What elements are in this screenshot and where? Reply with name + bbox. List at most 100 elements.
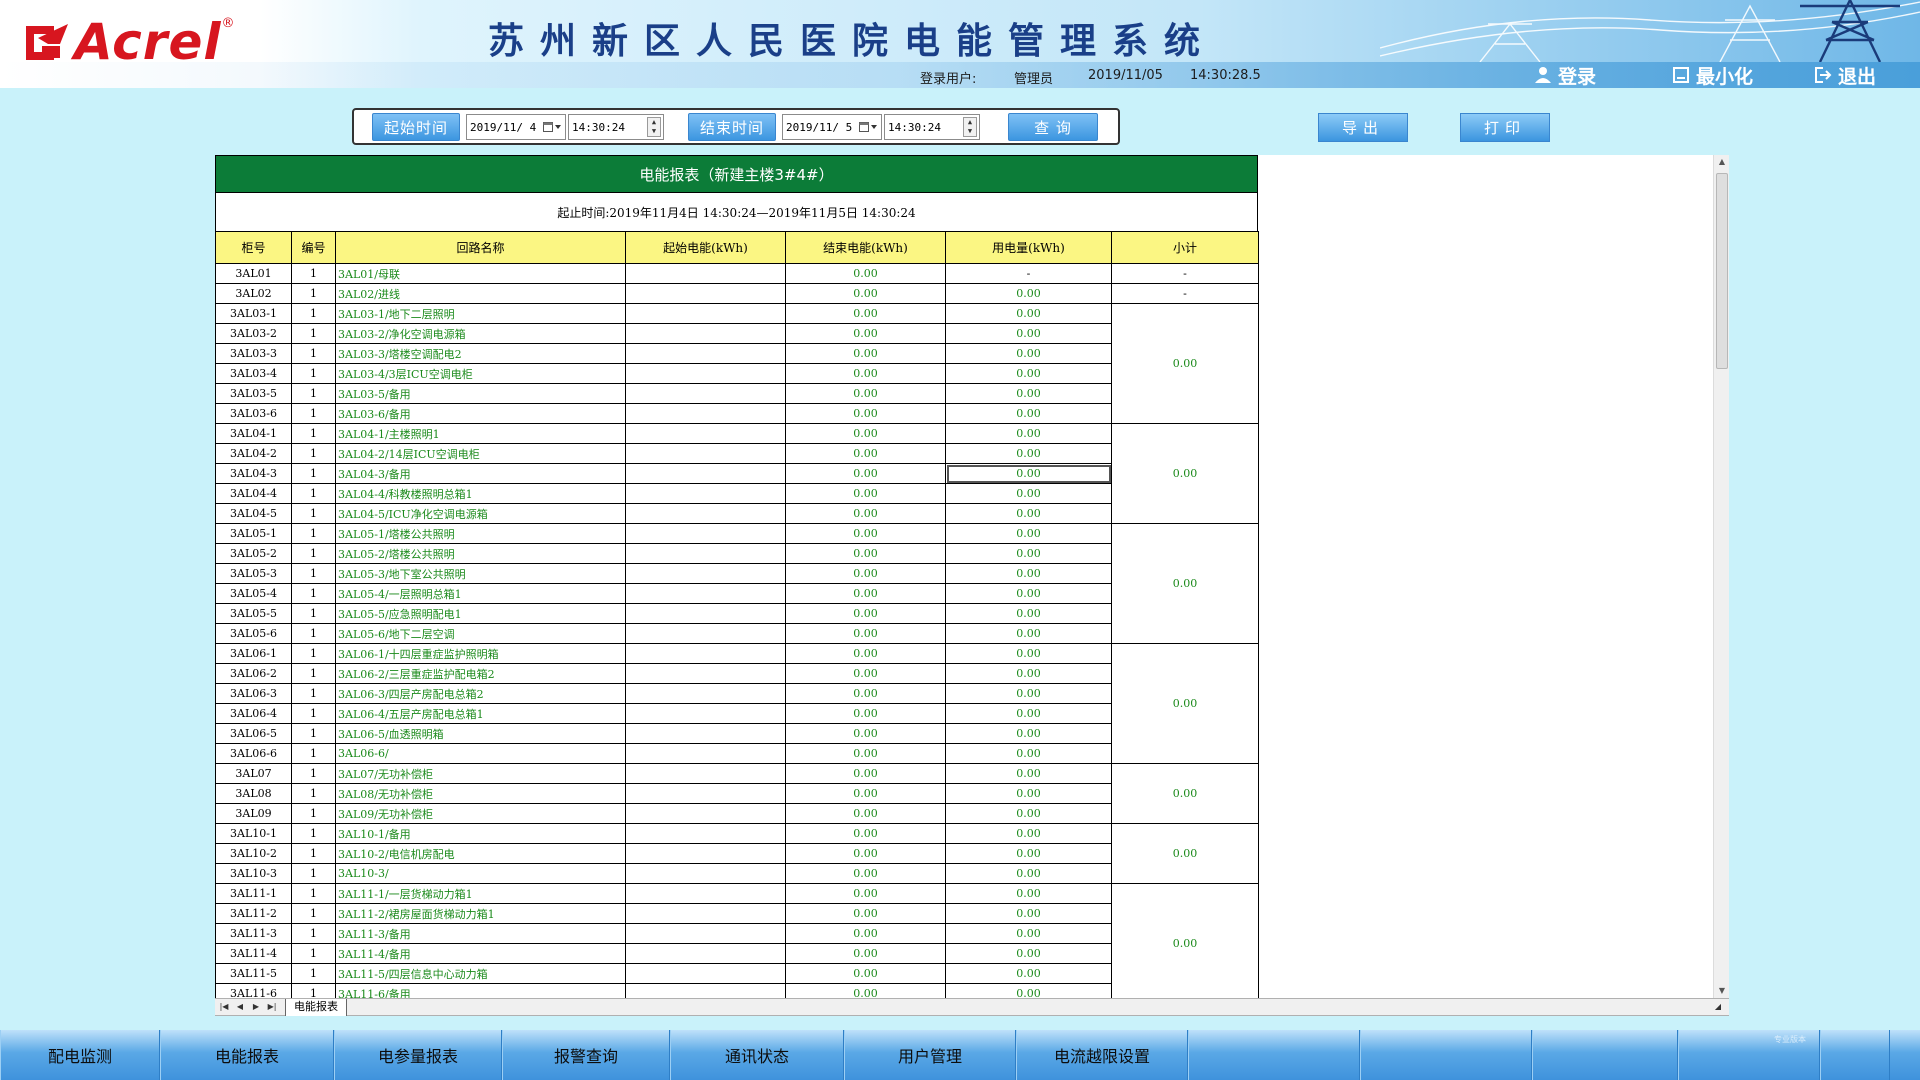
usage-cell[interactable]: 0.00 — [945, 723, 1112, 744]
circuit-name-cell[interactable]: 3AL05-2/塔楼公共照明 — [335, 543, 626, 564]
table-row[interactable]: 3AL05-2 1 3AL05-2/塔楼公共照明 0.00 0.00 — [215, 543, 1259, 564]
usage-cell[interactable]: 0.00 — [945, 543, 1112, 564]
number-cell[interactable]: 1 — [291, 903, 336, 924]
cabinet-cell[interactable]: 3AL04-5 — [215, 503, 292, 524]
resize-corner-icon[interactable]: ◢ — [1711, 1000, 1725, 1014]
end-energy-cell[interactable]: 0.00 — [785, 723, 946, 744]
end-time-button[interactable]: 结束时间 — [688, 113, 776, 141]
number-cell[interactable]: 1 — [291, 363, 336, 384]
scroll-up-icon[interactable]: ▲ — [1714, 155, 1730, 169]
end-energy-cell[interactable]: 0.00 — [785, 403, 946, 424]
nav-item-0[interactable]: 配电监测 — [0, 1030, 160, 1080]
circuit-name-cell[interactable]: 3AL05-6/地下二层空调 — [335, 623, 626, 644]
cabinet-cell[interactable]: 3AL11-4 — [215, 943, 292, 964]
table-row[interactable]: 3AL11-5 1 3AL11-5/四层信息中心动力箱 0.00 0.00 — [215, 963, 1259, 984]
circuit-name-cell[interactable]: 3AL11-5/四层信息中心动力箱 — [335, 963, 626, 984]
end-energy-cell[interactable]: 0.00 — [785, 983, 946, 998]
number-cell[interactable]: 1 — [291, 303, 336, 324]
start-energy-cell[interactable] — [625, 303, 786, 324]
number-cell[interactable]: 1 — [291, 983, 336, 998]
prev-sheet-icon[interactable]: ◀ — [233, 1000, 247, 1014]
usage-cell[interactable]: 0.00 — [945, 563, 1112, 584]
usage-cell[interactable]: 0.00 — [945, 663, 1112, 684]
cabinet-cell[interactable]: 3AL06-2 — [215, 663, 292, 684]
number-cell[interactable]: 1 — [291, 463, 336, 484]
cabinet-cell[interactable]: 3AL06-3 — [215, 683, 292, 704]
start-energy-cell[interactable] — [625, 463, 786, 484]
cabinet-cell[interactable]: 3AL11-1 — [215, 883, 292, 904]
end-energy-cell[interactable]: 0.00 — [785, 763, 946, 784]
end-energy-cell[interactable]: 0.00 — [785, 263, 946, 284]
number-cell[interactable]: 1 — [291, 583, 336, 604]
subtotal-cell[interactable]: - — [1111, 283, 1259, 304]
subtotal-cell[interactable]: 0.00 — [1111, 423, 1259, 524]
table-row[interactable]: 3AL05-4 1 3AL05-4/一层照明总箱1 0.00 0.00 — [215, 583, 1259, 604]
usage-cell[interactable]: 0.00 — [945, 603, 1112, 624]
cabinet-cell[interactable]: 3AL06-4 — [215, 703, 292, 724]
circuit-name-cell[interactable]: 3AL11-6/备用 — [335, 983, 626, 998]
cabinet-cell[interactable]: 3AL11-3 — [215, 923, 292, 944]
nav-item-3[interactable]: 报警查询 — [502, 1030, 670, 1080]
start-energy-cell[interactable] — [625, 723, 786, 744]
table-row[interactable]: 3AL03-2 1 3AL03-2/净化空调电源箱 0.00 0.00 — [215, 323, 1259, 344]
start-energy-cell[interactable] — [625, 343, 786, 364]
nav-item-8[interactable] — [1360, 1030, 1532, 1080]
table-row[interactable]: 3AL02 1 3AL02/进线 0.00 0.00- — [215, 283, 1259, 304]
calendar-dropdown-icon[interactable] — [859, 121, 877, 133]
cabinet-cell[interactable]: 3AL09 — [215, 803, 292, 824]
cabinet-cell[interactable]: 3AL04-3 — [215, 463, 292, 484]
circuit-name-cell[interactable]: 3AL08/无功补偿柜 — [335, 783, 626, 804]
circuit-name-cell[interactable]: 3AL07/无功补偿柜 — [335, 763, 626, 784]
spin-down-icon[interactable]: ▼ — [648, 127, 660, 136]
table-row[interactable]: 3AL09 1 3AL09/无功补偿柜 0.00 0.00 — [215, 803, 1259, 824]
table-row[interactable]: 3AL05-3 1 3AL05-3/地下室公共照明 0.00 0.00 — [215, 563, 1259, 584]
end-energy-cell[interactable]: 0.00 — [785, 463, 946, 484]
usage-cell[interactable]: 0.00 — [945, 803, 1112, 824]
number-cell[interactable]: 1 — [291, 483, 336, 504]
table-row[interactable]: 3AL06-6 1 3AL06-6/0.00 0.00 — [215, 743, 1259, 764]
number-cell[interactable]: 1 — [291, 523, 336, 544]
nav-item-1[interactable]: 电能报表 — [160, 1030, 334, 1080]
scroll-thumb[interactable] — [1716, 173, 1728, 369]
circuit-name-cell[interactable]: 3AL03-6/备用 — [335, 403, 626, 424]
end-energy-cell[interactable]: 0.00 — [785, 283, 946, 304]
start-energy-cell[interactable] — [625, 823, 786, 844]
end-energy-cell[interactable]: 0.00 — [785, 423, 946, 444]
start-energy-cell[interactable] — [625, 683, 786, 704]
cabinet-cell[interactable]: 3AL06-5 — [215, 723, 292, 744]
logout-button[interactable]: 退出 — [1814, 63, 1876, 88]
table-row[interactable]: 3AL10-1 1 3AL10-1/备用 0.00 0.00 0.00 — [215, 823, 1259, 884]
usage-cell[interactable]: 0.00 — [945, 423, 1112, 444]
start-time-button[interactable]: 起始时间 — [372, 113, 460, 141]
table-row[interactable]: 3AL04-3 1 3AL04-3/备用 0.00 0.00 — [215, 463, 1259, 484]
number-cell[interactable]: 1 — [291, 803, 336, 824]
table-row[interactable]: 3AL06-4 1 3AL06-4/五层产房配电总箱1 0.00 0.00 — [215, 703, 1259, 724]
number-cell[interactable]: 1 — [291, 823, 336, 844]
nav-item-9[interactable] — [1532, 1030, 1678, 1080]
number-cell[interactable]: 1 — [291, 663, 336, 684]
circuit-name-cell[interactable]: 3AL06-4/五层产房配电总箱1 — [335, 703, 626, 724]
circuit-name-cell[interactable]: 3AL03-1/地下二层照明 — [335, 303, 626, 324]
usage-cell[interactable]: - — [945, 263, 1112, 284]
circuit-name-cell[interactable]: 3AL06-1/十四层重症监护照明箱 — [335, 643, 626, 664]
circuit-name-cell[interactable]: 3AL03-2/净化空调电源箱 — [335, 323, 626, 344]
end-energy-cell[interactable]: 0.00 — [785, 783, 946, 804]
start-time-spinner[interactable]: ▲ ▼ — [647, 117, 661, 137]
cabinet-cell[interactable]: 3AL11-2 — [215, 903, 292, 924]
end-energy-cell[interactable]: 0.00 — [785, 343, 946, 364]
number-cell[interactable]: 1 — [291, 263, 336, 284]
cabinet-cell[interactable]: 3AL11-5 — [215, 963, 292, 984]
usage-cell[interactable]: 0.00 — [945, 503, 1112, 524]
table-row[interactable]: 3AL05-1 1 3AL05-1/塔楼公共照明 0.00 0.00 0.00 — [215, 523, 1259, 644]
circuit-name-cell[interactable]: 3AL06-2/三层重症监护配电箱2 — [335, 663, 626, 684]
number-cell[interactable]: 1 — [291, 543, 336, 564]
circuit-name-cell[interactable]: 3AL06-6/ — [335, 743, 626, 764]
cabinet-cell[interactable]: 3AL05-4 — [215, 583, 292, 604]
table-row[interactable]: 3AL11-3 1 3AL11-3/备用 0.00 0.00 — [215, 923, 1259, 944]
number-cell[interactable]: 1 — [291, 383, 336, 404]
circuit-name-cell[interactable]: 3AL03-4/3层ICU空调电柜 — [335, 363, 626, 384]
usage-cell[interactable]: 0.00 — [945, 483, 1112, 504]
cabinet-cell[interactable]: 3AL03-6 — [215, 403, 292, 424]
circuit-name-cell[interactable]: 3AL05-4/一层照明总箱1 — [335, 583, 626, 604]
start-energy-cell[interactable] — [625, 923, 786, 944]
